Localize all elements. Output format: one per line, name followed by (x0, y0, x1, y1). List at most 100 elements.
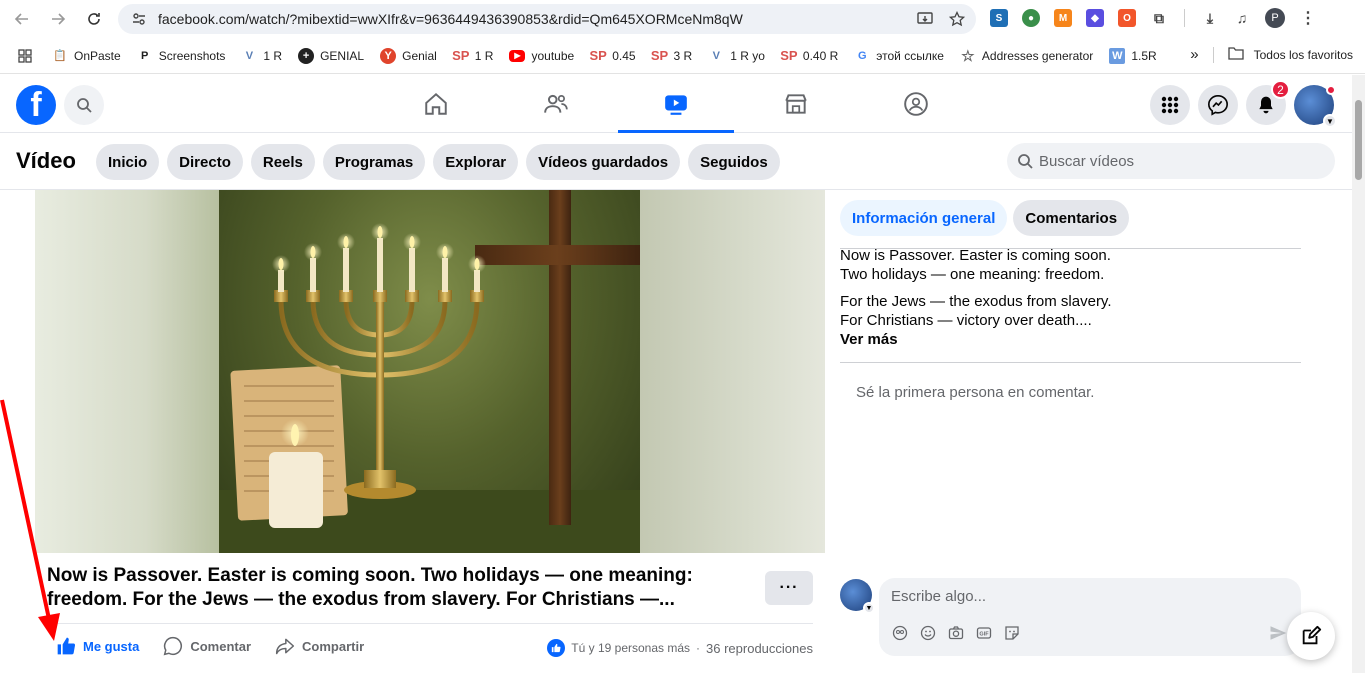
profile-avatar[interactable]: P (1265, 8, 1285, 28)
pill-directo[interactable]: Directo (167, 144, 243, 180)
messenger-icon (1208, 95, 1228, 116)
extension-leaf-icon[interactable]: ● (1022, 9, 1040, 27)
tab-comentarios[interactable]: Comentarios (1013, 200, 1130, 236)
bookmark-google-link[interactable]: Gэтой ссылке (854, 48, 944, 64)
bookmark-onpaste[interactable]: 📋 OnPaste (52, 48, 121, 64)
extension-o-icon[interactable]: O (1118, 9, 1136, 27)
red-arrow-annotation (0, 399, 60, 641)
video-search-input[interactable]: Buscar vídeos (1007, 143, 1335, 179)
avatar-status-dot (1326, 85, 1336, 95)
post-description: Now is Passover. Easter is coming soon. … (840, 246, 1301, 349)
sticker-icon[interactable] (1003, 624, 1021, 642)
bookmark-v-1ryo[interactable]: V1 R yo (708, 48, 765, 64)
groups-icon (904, 92, 928, 116)
avatar-sticker-icon[interactable] (891, 624, 909, 642)
reactions-count[interactable]: Tú y 19 personas más (571, 641, 690, 655)
tab-groups[interactable] (856, 75, 976, 133)
notifications-button[interactable]: 2 (1246, 80, 1290, 125)
comment-button[interactable]: Comentar (163, 636, 251, 656)
toolbar-divider (1184, 9, 1185, 27)
bookmark-star-icon[interactable] (948, 10, 966, 28)
bookmark-genial[interactable]: Y Genial (380, 47, 437, 64)
notifications-badge: 2 (1271, 80, 1290, 99)
menu-grid-icon (1161, 96, 1179, 114)
account-avatar[interactable]: ▼ (1294, 85, 1337, 128)
pill-reels[interactable]: Reels (250, 144, 315, 180)
search-icon[interactable] (64, 85, 104, 125)
video-section-pills: Inicio Directo Reels Programas Explorar … (96, 144, 780, 180)
address-bar[interactable]: facebook.com/watch/?mibextid=wwXIfr&v=96… (118, 4, 976, 34)
share-button[interactable]: Compartir (275, 636, 364, 656)
bookmark-screenshots[interactable]: P Screenshots (137, 48, 225, 64)
send-icon[interactable] (1269, 624, 1287, 645)
metamask-icon[interactable]: M (1054, 9, 1072, 27)
menu-grid-button[interactable] (1150, 85, 1190, 125)
browser-menu-icon[interactable]: ⋮ (1299, 9, 1317, 27)
extension-shield-icon[interactable]: ◆ (1086, 9, 1104, 27)
all-bookmarks-link[interactable]: Todos los favoritos (1254, 48, 1353, 62)
see-more-link[interactable]: Ver más (840, 330, 1301, 349)
tab-friends[interactable] (496, 75, 616, 133)
pill-videos-guardados[interactable]: Vídeos guardados (526, 144, 681, 180)
bookmark-youtube[interactable]: ▶ youtube (509, 49, 574, 63)
scrollbar-thumb[interactable] (1355, 100, 1362, 180)
post-actions: Me gusta Comentar Compartir (56, 636, 364, 656)
pill-inicio[interactable]: Inicio (96, 144, 160, 180)
w-icon: W (1109, 47, 1126, 64)
media-controls-icon[interactable]: ♫ (1233, 9, 1251, 27)
bookmark-genial-upper[interactable]: + GENIAL (298, 47, 364, 64)
emoji-icon[interactable] (919, 624, 937, 642)
tab-video[interactable] (616, 75, 736, 133)
new-message-button[interactable] (1287, 612, 1335, 660)
pill-seguidos[interactable]: Seguidos (688, 144, 780, 180)
comment-composer[interactable]: Escribe algo... GIF (879, 578, 1301, 656)
video-player[interactable] (35, 190, 825, 553)
extensions-puzzle-icon[interactable]: ⧉ (1150, 9, 1168, 27)
menorah-cross-illustration (219, 190, 640, 553)
more-options-button[interactable]: ··· (765, 571, 813, 605)
url-text[interactable]: facebook.com/watch/?mibextid=wwXIfr&v=96… (158, 11, 743, 27)
pill-programas[interactable]: Programas (322, 144, 426, 180)
video-still-image (219, 190, 640, 553)
bookmark-sp-1r[interactable]: SP 1 R (452, 48, 493, 64)
avatar[interactable]: ▼ (840, 579, 875, 614)
facebook-logo-icon[interactable]: f (16, 85, 56, 125)
extension-s-icon[interactable]: S (990, 9, 1008, 27)
v-icon: V (712, 49, 720, 62)
page-scrollbar[interactable] (1352, 75, 1365, 673)
sp-icon: SP (452, 48, 470, 63)
like-reaction-icon (547, 639, 566, 657)
browser-toolbar: facebook.com/watch/?mibextid=wwXIfr&v=96… (0, 0, 1365, 38)
comment-input[interactable]: Escribe algo... (891, 588, 986, 605)
camera-icon[interactable] (947, 624, 965, 642)
messenger-button[interactable] (1198, 85, 1238, 125)
reload-icon[interactable] (80, 5, 108, 33)
bell-icon (1259, 96, 1273, 114)
bookmark-v-1r[interactable]: V1 R (241, 48, 282, 64)
pill-explorar[interactable]: Explorar (433, 144, 519, 180)
tab-home[interactable] (376, 75, 496, 133)
desc-line: For the Jews — the exodus from slavery. (840, 293, 1112, 310)
gif-icon[interactable]: GIF (975, 624, 993, 642)
tab-informacion-general[interactable]: Información general (840, 200, 1008, 236)
bookmark-addresses-generator[interactable]: ☆ Addresses generator (960, 48, 1093, 65)
site-info-icon[interactable] (124, 11, 154, 27)
bookmarks-bar: 📋 OnPaste P Screenshots V1 R + GENIAL Y Geni… (0, 38, 1365, 74)
downloads-icon[interactable]: ⤓ (1201, 9, 1219, 27)
stats-separator: · (696, 641, 701, 655)
install-app-icon[interactable] (916, 10, 934, 28)
apps-grid-icon[interactable] (18, 48, 32, 63)
video-search-placeholder: Buscar vídeos (1039, 152, 1135, 170)
bookmark-sp-040r[interactable]: SP 0.40 R (780, 48, 838, 64)
forward-icon[interactable] (44, 5, 72, 33)
svg-text:GIF: GIF (979, 632, 989, 638)
tab-marketplace[interactable] (736, 75, 856, 133)
bookmark-w-15r[interactable]: W 1.5R (1109, 47, 1157, 64)
comment-toolbar: GIF (891, 624, 1021, 642)
back-icon[interactable] (8, 5, 36, 33)
like-label: Me gusta (83, 638, 140, 654)
bookmark-sp-045[interactable]: SP 0.45 (590, 48, 636, 64)
bookmark-sp-3r[interactable]: SP 3 R (651, 48, 692, 64)
bookmarks-overflow-icon[interactable]: » (1190, 46, 1198, 63)
post-stats: Tú y 19 personas más · 36 reproducciones (547, 639, 813, 657)
